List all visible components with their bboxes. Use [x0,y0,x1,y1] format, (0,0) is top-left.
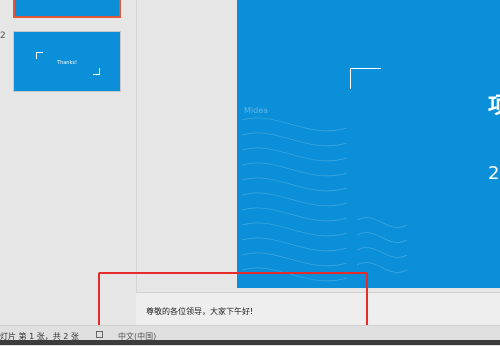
slide-number-2: 2 [0,31,6,41]
thumbnail-text: Thanks! [57,60,77,66]
thumbnail-corner-mark [93,68,100,75]
thumbnail-corner-mark [36,52,43,59]
spellcheck-icon[interactable] [96,331,103,338]
slide-thumbnail-2[interactable]: Thanks! [13,31,121,92]
slide-year-text[interactable]: 20 [488,163,500,184]
taskbar-edge [0,340,500,345]
annotation-highlight-box [98,272,368,327]
slide-thumbnail-1[interactable] [13,0,121,18]
corner-frame-mark [350,68,381,89]
slide-editing-area: Midea 项 20 [136,0,500,292]
slide-canvas[interactable]: Midea 项 20 [237,0,500,288]
logo-text: Midea [244,106,269,115]
slide-title[interactable]: 项 [488,88,500,120]
wave-decoration-icon [241,117,408,282]
